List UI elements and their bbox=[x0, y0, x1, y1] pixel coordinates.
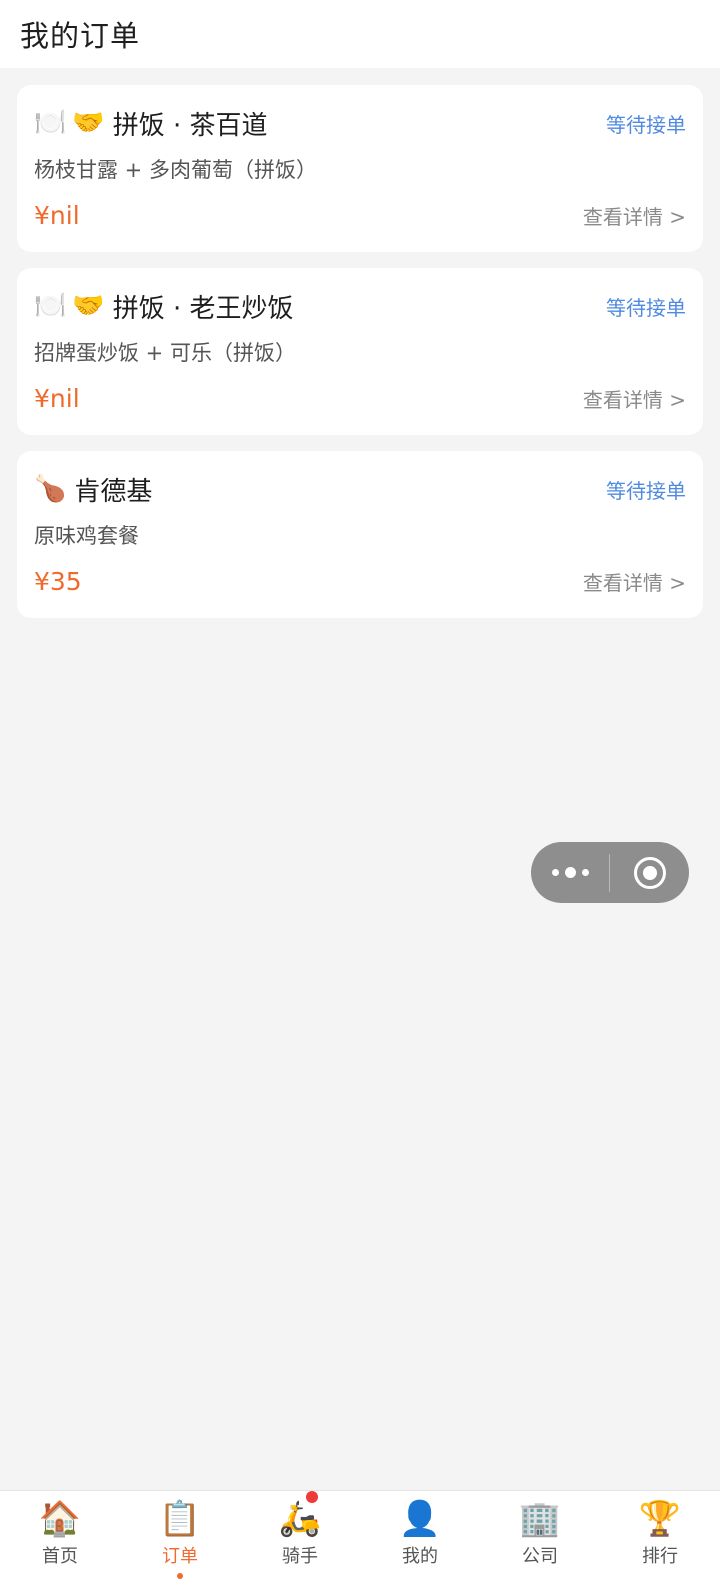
tab-home[interactable]: 🏠 首页 bbox=[0, 1491, 120, 1584]
tab-mine[interactable]: 👤 我的 bbox=[360, 1491, 480, 1584]
office-building-icon: 🏢 bbox=[518, 1499, 562, 1539]
notification-badge bbox=[306, 1491, 318, 1503]
target-circle-icon bbox=[633, 856, 666, 889]
status-badge: 等待接单 bbox=[606, 295, 686, 320]
view-details-link[interactable]: 查看详情 > bbox=[583, 384, 686, 413]
tab-label: 公司 bbox=[522, 1546, 558, 1567]
order-items: 原味鸡套餐 bbox=[34, 524, 139, 548]
close-miniprogram-button[interactable] bbox=[610, 842, 689, 903]
tab-label: 骑手 bbox=[282, 1546, 318, 1567]
status-badge: 等待接单 bbox=[606, 478, 686, 503]
bottom-tab-bar: 🏠 首页 📋 订单 🛵 骑手 👤 我的 🏢 公司 🏆 排行 bbox=[0, 1490, 720, 1584]
view-details-link[interactable]: 查看详情 > bbox=[583, 201, 686, 230]
order-shop: 🍽️ 🤝 拼饭 · 茶百道 bbox=[34, 105, 268, 142]
order-items: 招牌蛋炒饭 + 可乐（拼饭） bbox=[34, 341, 296, 365]
page-title: 我的订单 bbox=[20, 19, 141, 53]
orders-page: 我的订单 🍽️ 🤝 拼饭 · 茶百道 等待接单 杨枝甘露 + 多肉葡萄（拼饭） … bbox=[0, 0, 720, 1584]
handshake-icon: 🤝 bbox=[72, 291, 105, 321]
order-price: ¥nil bbox=[34, 384, 80, 413]
tab-label: 订单 bbox=[162, 1546, 198, 1567]
more-button[interactable] bbox=[531, 842, 609, 903]
user-icon: 👤 bbox=[398, 1499, 442, 1539]
order-card[interactable]: 🍽️ 🤝 拼饭 · 老王炒饭 等待接单 招牌蛋炒饭 + 可乐（拼饭） ¥nil … bbox=[17, 268, 703, 435]
active-indicator bbox=[177, 1573, 183, 1579]
shop-name: 拼饭 · 茶百道 bbox=[112, 110, 268, 141]
tab-orders[interactable]: 📋 订单 bbox=[120, 1491, 240, 1584]
view-details-link[interactable]: 查看详情 > bbox=[583, 567, 686, 596]
status-badge: 等待接单 bbox=[606, 112, 686, 137]
plate-icon: 🍽️ bbox=[34, 291, 67, 321]
order-items: 杨枝甘露 + 多肉葡萄（拼饭） bbox=[34, 158, 317, 182]
tab-company[interactable]: 🏢 公司 bbox=[480, 1491, 600, 1584]
shop-name: 拼饭 · 老王炒饭 bbox=[112, 293, 294, 324]
house-icon: 🏠 bbox=[38, 1499, 82, 1539]
tab-ranking[interactable]: 🏆 排行 bbox=[600, 1491, 720, 1584]
shop-name: 肯德基 bbox=[74, 476, 153, 507]
more-dots-icon bbox=[549, 867, 592, 878]
order-price: ¥35 bbox=[34, 567, 82, 596]
clipboard-icon: 📋 bbox=[158, 1499, 202, 1539]
trophy-icon: 🏆 bbox=[638, 1499, 682, 1539]
tab-label: 排行 bbox=[642, 1546, 678, 1567]
order-shop: 🍽️ 🤝 拼饭 · 老王炒饭 bbox=[34, 288, 294, 325]
plate-icon: 🍽️ bbox=[34, 108, 67, 138]
order-price: ¥nil bbox=[34, 201, 80, 230]
tab-rider[interactable]: 🛵 骑手 bbox=[240, 1491, 360, 1584]
order-card[interactable]: 🍽️ 🤝 拼饭 · 茶百道 等待接单 杨枝甘露 + 多肉葡萄（拼饭） ¥nil … bbox=[17, 85, 703, 252]
order-shop: 🍗 肯德基 bbox=[34, 471, 152, 508]
handshake-icon: 🤝 bbox=[72, 108, 105, 138]
tab-label: 我的 bbox=[402, 1546, 438, 1567]
drumstick-icon: 🍗 bbox=[34, 474, 67, 504]
miniprogram-capsule bbox=[531, 842, 689, 903]
tab-label: 首页 bbox=[42, 1546, 78, 1567]
order-list: 🍽️ 🤝 拼饭 · 茶百道 等待接单 杨枝甘露 + 多肉葡萄（拼饭） ¥nil … bbox=[17, 85, 703, 634]
order-card[interactable]: 🍗 肯德基 等待接单 原味鸡套餐 ¥35 查看详情 > bbox=[17, 451, 703, 618]
scooter-icon: 🛵 bbox=[278, 1499, 322, 1539]
top-header: 我的订单 bbox=[0, 0, 720, 68]
